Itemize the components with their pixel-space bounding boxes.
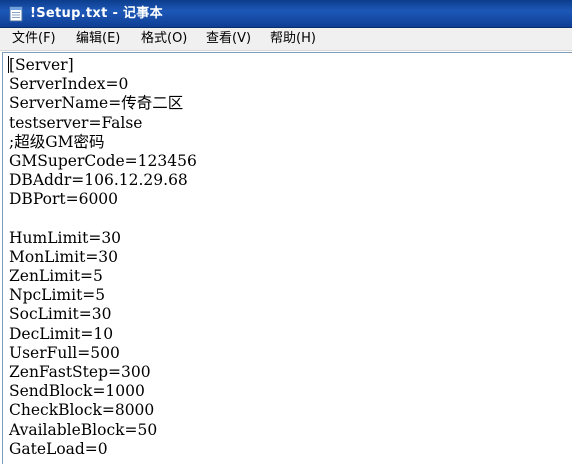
menu-format[interactable]: 格式(O) (141, 30, 187, 48)
text-line: ServerName=传奇二区 (9, 94, 184, 113)
text-line: GateLoad=0 (9, 439, 108, 458)
text-line: AvailableBlock=50 (9, 420, 158, 439)
menu-file[interactable]: 文件(F) (12, 30, 56, 48)
text-line: ZenLimit=5 (9, 267, 103, 286)
title-bar[interactable]: !Setup.txt - 记事本 (0, 0, 572, 28)
text-line: ServerIndex=0 (9, 75, 129, 94)
menu-bar: 文件(F) 编辑(E) 格式(O) 查看(V) 帮助(H) (0, 28, 572, 51)
text-line: ZenFastStep=300 (9, 363, 151, 381)
text-editor[interactable]: [Server] ServerIndex=0 ServerName=传奇二区 t… (2, 52, 572, 464)
window-title: !Setup.txt - 记事本 (30, 6, 163, 21)
text-line: [Server] (9, 56, 74, 74)
text-line: DBAddr=106.12.29.68 (9, 171, 188, 190)
text-line: MonLimit=30 (9, 247, 119, 266)
menu-edit[interactable]: 编辑(E) (76, 30, 120, 48)
notepad-window: !Setup.txt - 记事本 文件(F) 编辑(E) 格式(O) 查看(V)… (0, 0, 572, 464)
notepad-icon (9, 6, 23, 22)
document-text: [Server] ServerIndex=0 ServerName=传奇二区 t… (9, 56, 197, 459)
text-line: testserver=False (9, 113, 143, 132)
text-line: HumLimit=30 (9, 228, 122, 247)
menu-view[interactable]: 查看(V) (206, 30, 251, 48)
text-line: GMSuperCode=123456 (9, 151, 197, 170)
text-line: SendBlock=1000 (9, 382, 145, 401)
text-line: NpcLimit=5 (9, 286, 106, 305)
text-line (9, 210, 197, 229)
text-line: ;超级GM密码 (9, 132, 105, 151)
text-line: DBPort=6000 (9, 190, 119, 209)
menu-help[interactable]: 帮助(H) (270, 30, 316, 48)
text-line: DecLimit=10 (9, 324, 114, 343)
text-line: SocLimit=30 (9, 305, 112, 324)
text-line: CheckBlock=8000 (9, 401, 155, 420)
text-line: UserFull=500 (9, 343, 120, 362)
